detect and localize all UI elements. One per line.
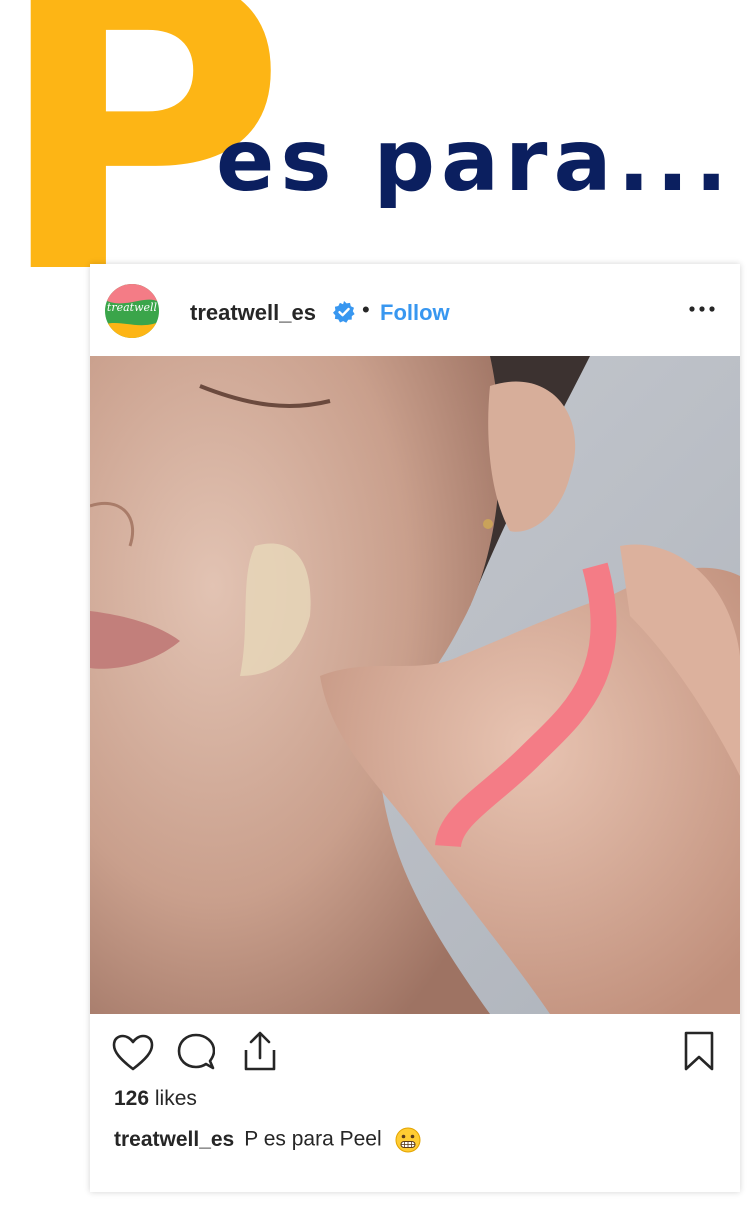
caption-username[interactable]: treatwell_es <box>114 1128 234 1151</box>
heart-icon[interactable] <box>112 1034 154 1072</box>
grimacing-face-emoji-icon <box>395 1127 421 1153</box>
bookmark-icon[interactable] <box>682 1030 716 1072</box>
likes-number: 126 <box>114 1087 150 1110</box>
post-caption: treatwell_es P es para Peel <box>114 1127 421 1153</box>
post-header: treatwell treatwell_es • Follow <box>90 264 740 356</box>
comment-icon[interactable] <box>177 1033 215 1071</box>
likes-count[interactable]: 126 likes <box>114 1087 197 1111</box>
share-icon[interactable] <box>242 1030 278 1072</box>
post-photo[interactable] <box>90 356 740 1014</box>
separator-dot: • <box>362 297 370 322</box>
username-link[interactable]: treatwell_es <box>190 300 316 326</box>
headline-text: es para... <box>216 111 734 211</box>
avatar[interactable]: treatwell <box>105 284 159 338</box>
caption-text: P es para Peel <box>244 1127 382 1151</box>
post-actions <box>90 1014 740 1094</box>
verified-badge-icon <box>333 301 355 323</box>
avatar-text: treatwell <box>106 301 158 314</box>
more-options-icon[interactable] <box>688 302 716 316</box>
face-peel-photo <box>90 356 740 1014</box>
follow-button[interactable]: Follow <box>380 300 450 326</box>
instagram-post-card: treatwell treatwell_es • Follow 126 like… <box>90 264 740 1192</box>
likes-label: likes <box>154 1087 197 1110</box>
